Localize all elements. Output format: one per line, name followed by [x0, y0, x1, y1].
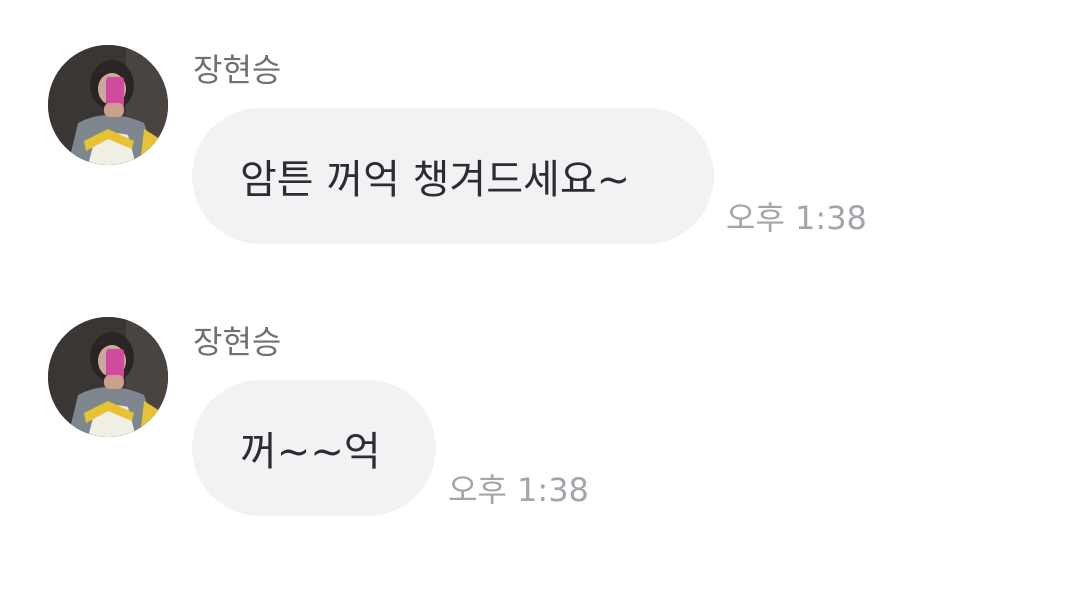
message-bubble[interactable]: 암튼 꺼억 챙겨드세요~: [192, 108, 714, 244]
message-timestamp: 오후 1:38: [448, 471, 589, 509]
sender-name: 장현승: [193, 323, 282, 361]
avatar[interactable]: [48, 317, 168, 437]
message-text: 암튼 꺼억 챙겨드세요~: [240, 157, 631, 203]
sender-name: 장현승: [193, 51, 282, 89]
message-timestamp: 오후 1:38: [726, 199, 867, 237]
profile-photo: [48, 45, 168, 165]
profile-photo: [48, 317, 168, 437]
message-bubble[interactable]: 꺼~~억: [192, 380, 436, 516]
message-text: 꺼~~억: [240, 429, 381, 475]
avatar[interactable]: [48, 45, 168, 165]
chat-thread: 장현승 암튼 꺼억 챙겨드세요~ 오후 1:38 장현승 꺼~~억 오후 1:3…: [0, 0, 1080, 591]
